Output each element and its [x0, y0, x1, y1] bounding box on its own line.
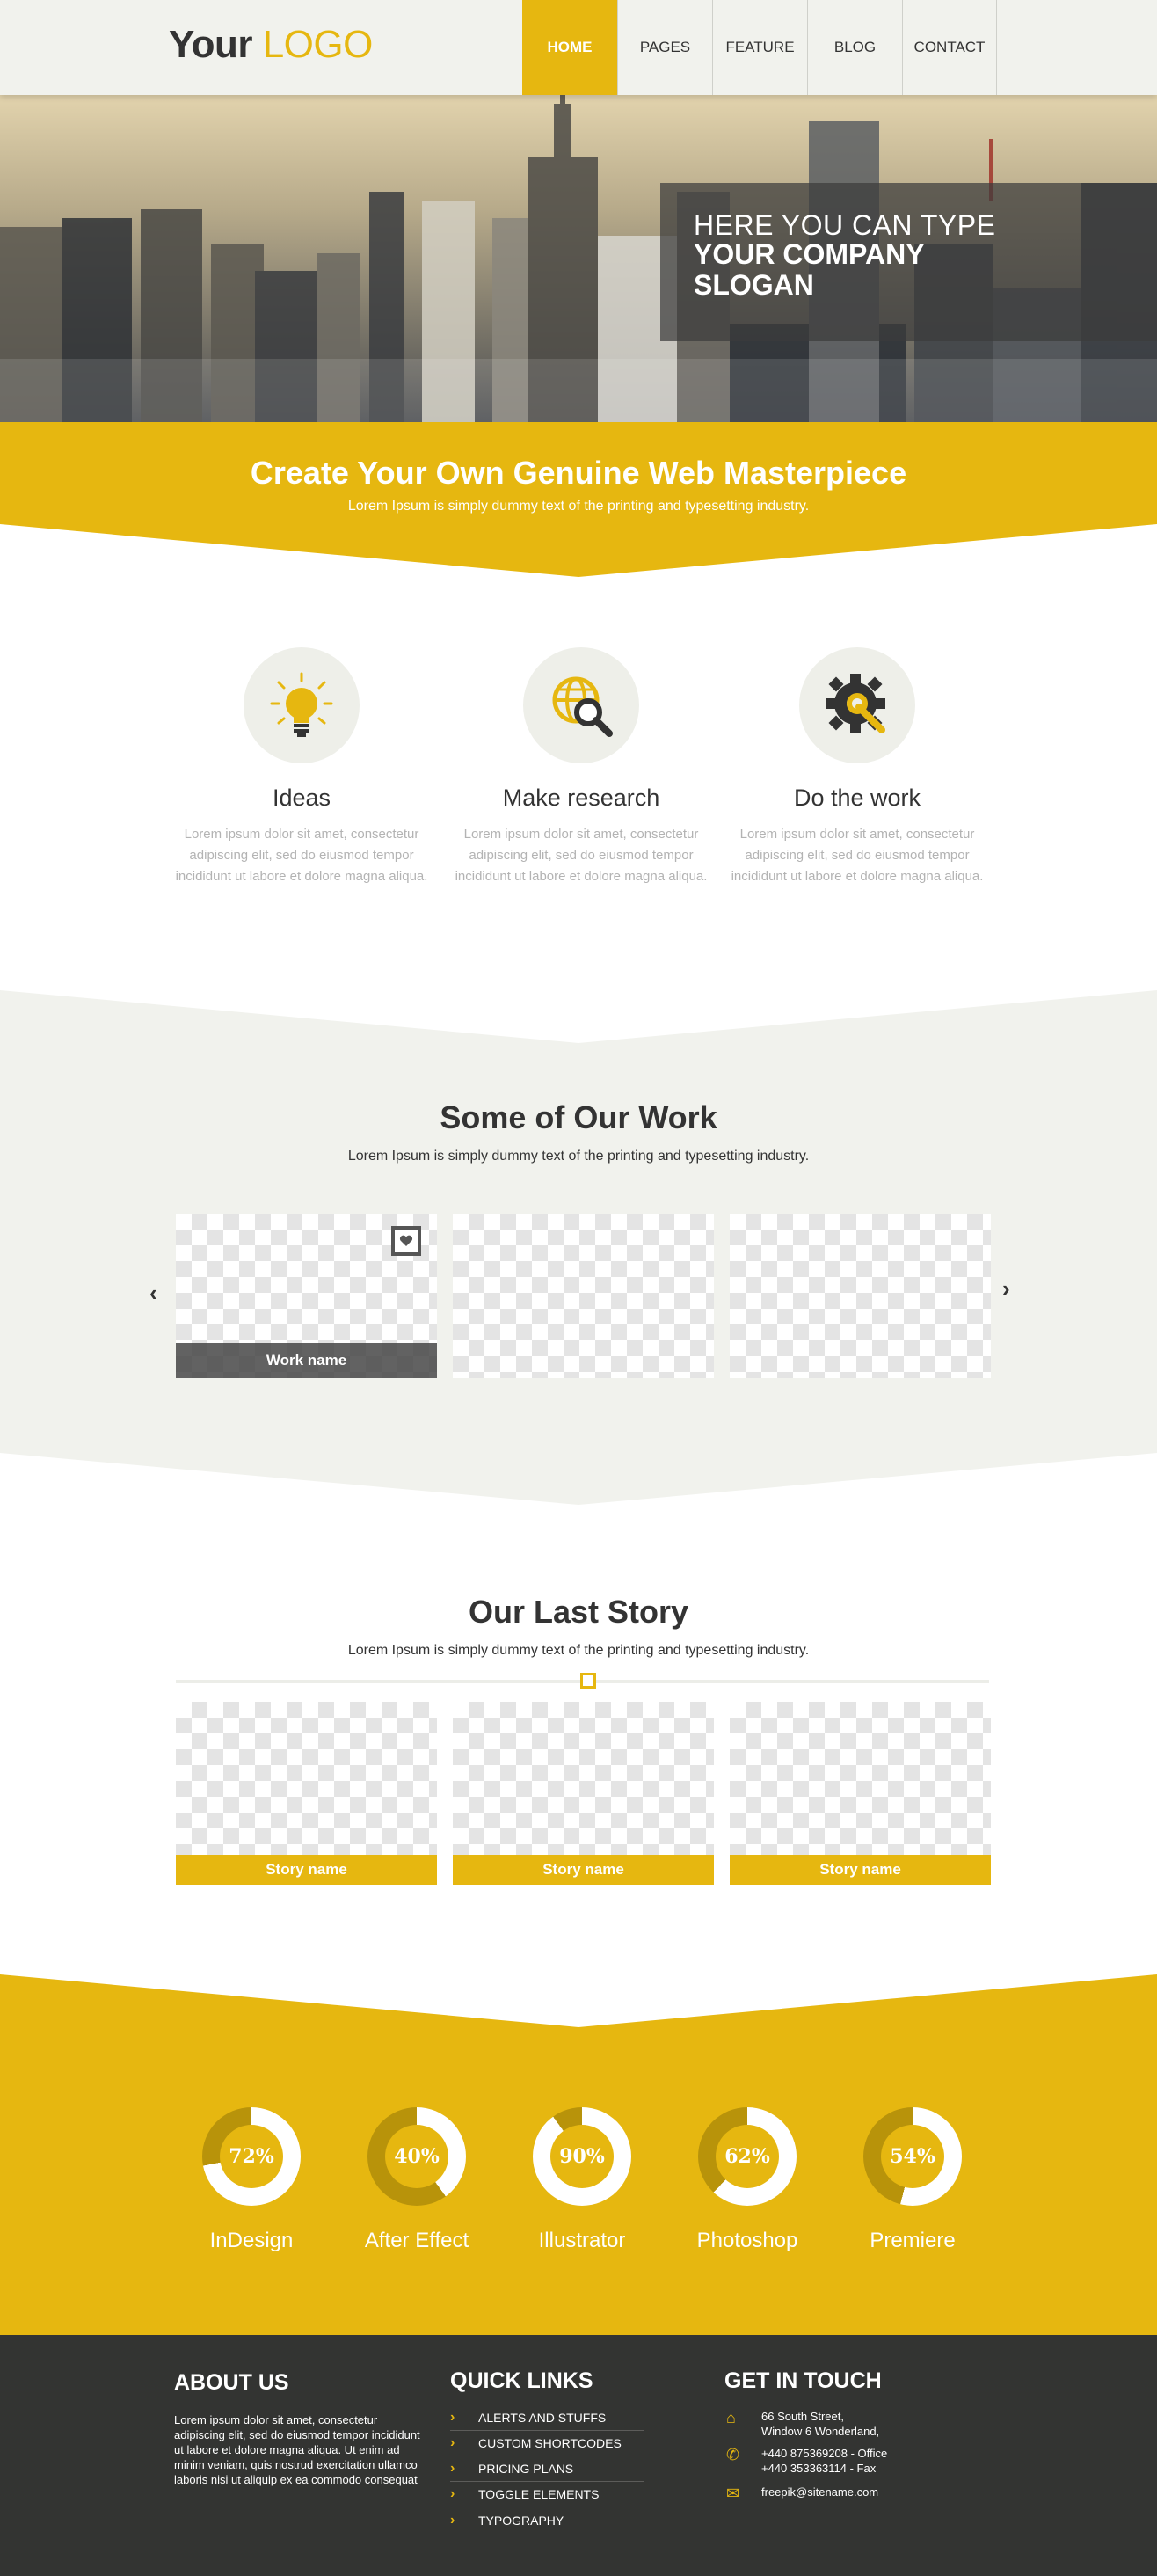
work-item[interactable]: Work name — [176, 1214, 437, 1378]
header: Your LOGO HOME PAGES FEATURE BLOG CONTAC… — [0, 0, 1157, 95]
about-title: ABOUT US — [174, 2370, 289, 2395]
intro-title: Create Your Own Genuine Web Masterpiece — [250, 455, 907, 491]
chevron-right-icon: › — [450, 2512, 455, 2528]
feature-text: Lorem ipsum dolor sit amet, consectetur … — [175, 827, 428, 884]
chevron-right-icon: › — [450, 2486, 455, 2501]
chevron-right-icon: › — [450, 2461, 455, 2476]
feature-title: Do the work — [793, 784, 921, 811]
quick-link-label: CUSTOM SHORTCODES — [478, 2436, 622, 2450]
feature-work: Do the work Lorem ipsum dolor sit amet, … — [730, 647, 985, 887]
chevron-right-icon: › — [450, 2410, 455, 2425]
contact-title: GET IN TOUCH — [724, 2368, 882, 2393]
story-item[interactable]: Story name — [176, 1702, 437, 1885]
contact-phone: ✆ +440 875369208 - Office +440 353363114 … — [726, 2446, 887, 2476]
skill-percent: 72% — [220, 2125, 283, 2188]
nav-pages[interactable]: PAGES — [617, 0, 712, 95]
email-link[interactable]: freepik@sitename.com — [761, 2485, 878, 2499]
quick-links-title: QUICK LINKS — [450, 2368, 593, 2393]
quick-link-label: TOGGLE ELEMENTS — [478, 2487, 600, 2501]
skill-ring: 72% — [202, 2107, 301, 2206]
skill-percent: 40% — [385, 2125, 448, 2188]
phone-office: +440 875369208 - Office — [761, 2447, 888, 2460]
skill-name: Photoshop — [696, 2229, 798, 2252]
home-icon: ⌂ — [726, 2409, 736, 2426]
work-item[interactable] — [730, 1214, 991, 1378]
globe-search-icon — [523, 647, 639, 763]
quick-link[interactable]: › TOGGLE ELEMENTS — [450, 2482, 644, 2507]
quick-link-label: PRICING PLANS — [478, 2462, 574, 2476]
story-item[interactable]: Story name — [730, 1702, 991, 1885]
story-caption: Story name — [176, 1855, 437, 1885]
gear-wrench-icon — [799, 647, 915, 763]
logo-part2: LOGO — [262, 23, 374, 66]
chevron-right-icon: › — [450, 2435, 455, 2450]
skill-name: Premiere — [870, 2229, 956, 2252]
skill-premiere: 54% Premiere — [833, 2107, 992, 2253]
address-line2: Window 6 Wonderland, — [761, 2425, 880, 2438]
skill-photoshop: 62% Photoshop — [668, 2107, 826, 2253]
logo-part1: Your — [169, 23, 252, 66]
work-caption: Work name — [176, 1343, 437, 1378]
feature-text: Lorem ipsum dolor sit amet, consectetur … — [455, 827, 708, 884]
story-item[interactable]: Story name — [453, 1702, 714, 1885]
feature-research: Make research Lorem ipsum dolor sit amet… — [454, 647, 709, 887]
story-timeline — [176, 1673, 989, 1689]
logo[interactable]: Your LOGO — [169, 23, 373, 67]
feature-title: Ideas — [272, 784, 331, 811]
quick-link[interactable]: › TYPOGRAPHY — [450, 2507, 644, 2533]
feature-ideas: Ideas Lorem ipsum dolor sit amet, consec… — [174, 647, 429, 887]
skill-ring: 40% — [367, 2107, 466, 2206]
contact-email[interactable]: ✉ freepik@sitename.com — [726, 2485, 878, 2503]
skill-name: Illustrator — [538, 2229, 626, 2252]
quick-link-label: TYPOGRAPHY — [478, 2513, 564, 2528]
skill-ring: 90% — [533, 2107, 631, 2206]
feature-title: Make research — [502, 784, 660, 811]
story-title: Our Last Story — [468, 1594, 689, 1630]
quick-link-label: ALERTS AND STUFFS — [478, 2411, 607, 2425]
slogan-line1: HERE YOU CAN TYPE — [694, 209, 996, 241]
phone-icon: ✆ — [726, 2446, 740, 2463]
footer: ABOUT US Lorem ipsum dolor sit amet, con… — [0, 2335, 1157, 2576]
favorite-heart-icon[interactable] — [391, 1226, 421, 1256]
work-title: Some of Our Work — [440, 1099, 717, 1135]
quick-link[interactable]: › PRICING PLANS — [450, 2456, 644, 2482]
nav-contact[interactable]: CONTACT — [902, 0, 997, 95]
slogan-box: HERE YOU CAN TYPE YOUR COMPANY SLOGAN — [660, 183, 1157, 341]
envelope-icon: ✉ — [726, 2485, 740, 2502]
work-prev-arrow-icon[interactable]: ‹ — [149, 1280, 157, 1307]
story-subtitle: Lorem Ipsum is simply dummy text of the … — [347, 1643, 810, 1658]
nav-blog[interactable]: BLOG — [807, 0, 902, 95]
timeline-marker[interactable] — [580, 1673, 596, 1689]
phone-fax: +440 353363114 - Fax — [761, 2462, 877, 2475]
skill-ring: 62% — [698, 2107, 797, 2206]
intro-subtitle: Lorem Ipsum is simply dummy text of the … — [347, 499, 810, 514]
skill-indesign: 72% InDesign — [172, 2107, 331, 2253]
hero-banner: HERE YOU CAN TYPE YOUR COMPANY SLOGAN — [0, 95, 1157, 422]
contact-address: ⌂ 66 South Street, Window 6 Wonderland, — [726, 2409, 879, 2439]
story-caption: Story name — [453, 1855, 714, 1885]
main-nav: HOME PAGES FEATURE BLOG CONTACT — [522, 0, 997, 95]
address-line1: 66 South Street, — [761, 2410, 844, 2423]
nav-home[interactable]: HOME — [522, 0, 617, 95]
skill-name: After Effect — [364, 2229, 469, 2252]
skill-percent: 54% — [881, 2125, 944, 2188]
work-next-arrow-icon[interactable]: › — [1002, 1275, 1010, 1303]
skill-illustrator: 90% Illustrator — [503, 2107, 661, 2253]
skill-percent: 90% — [550, 2125, 614, 2188]
skill-percent: 62% — [716, 2125, 779, 2188]
skill-ring: 54% — [863, 2107, 962, 2206]
skill-name: InDesign — [209, 2229, 294, 2252]
feature-text: Lorem ipsum dolor sit amet, consectetur … — [731, 827, 984, 884]
work-item[interactable] — [453, 1214, 714, 1378]
story-caption: Story name — [730, 1855, 991, 1885]
nav-feature[interactable]: FEATURE — [712, 0, 807, 95]
skill-aftereffect: 40% After Effect — [338, 2107, 496, 2253]
quick-link[interactable]: › CUSTOM SHORTCODES — [450, 2431, 644, 2456]
quick-link[interactable]: › ALERTS AND STUFFS — [450, 2405, 644, 2431]
work-subtitle: Lorem Ipsum is simply dummy text of the … — [347, 1149, 810, 1164]
about-text: Lorem ipsum dolor sit amet, consectetur … — [174, 2413, 420, 2486]
slogan-line2: YOUR COMPANY SLOGAN — [694, 238, 924, 301]
lightbulb-icon — [244, 647, 360, 763]
page: Your LOGO HOME PAGES FEATURE BLOG CONTAC… — [0, 0, 1157, 2576]
